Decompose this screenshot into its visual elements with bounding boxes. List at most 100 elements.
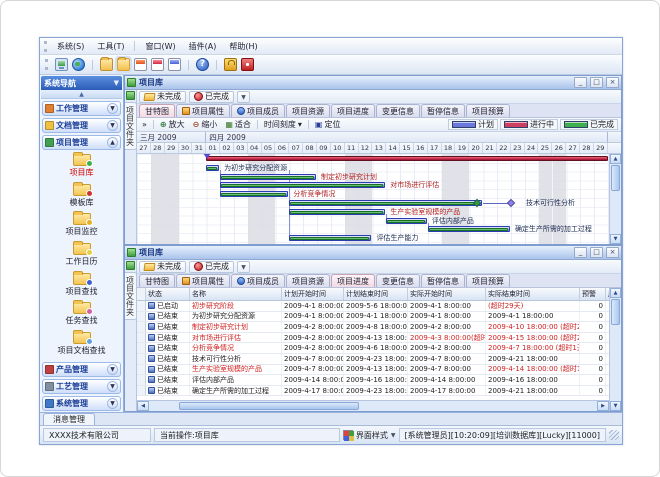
report-mail-icon[interactable] bbox=[134, 58, 147, 71]
tab-项目预算[interactable]: 项目预算 bbox=[466, 104, 510, 117]
table-row[interactable]: 已结束生产实验室规模的产品2009-4-7 8:00:002009-4-13 1… bbox=[137, 365, 609, 376]
sidebar-item-任务查找[interactable]: 任务查找 bbox=[41, 302, 122, 326]
scroll-down-icon[interactable]: ▼ bbox=[610, 234, 621, 244]
tab-项目进度[interactable]: 项目进度 bbox=[331, 104, 375, 117]
tab-项目属性[interactable]: 项目属性 bbox=[176, 104, 230, 117]
tab-项目属性[interactable]: 项目属性 bbox=[176, 274, 230, 287]
table-row[interactable]: 已结束技术可行性分析2009-4-7 8:00:002009-4-23 18:0… bbox=[137, 354, 609, 365]
sidebar-group-项目管理[interactable]: 项目管理▲ bbox=[42, 135, 121, 150]
minimize-icon[interactable]: _ bbox=[574, 247, 587, 258]
zoom-in-button[interactable]: ⊕放大 bbox=[158, 119, 187, 130]
close-icon[interactable]: × bbox=[606, 77, 619, 88]
tab-项目成员[interactable]: 项目成员 bbox=[231, 104, 285, 117]
help-icon[interactable]: ? bbox=[196, 58, 209, 71]
sidebar-group-系统管理[interactable]: 系统管理▼ bbox=[42, 396, 121, 411]
side-tab-project-folder[interactable]: 项目文件夹 bbox=[125, 272, 137, 320]
sidebar-group-工作管理[interactable]: 工作管理▼ bbox=[42, 101, 121, 116]
folder-icon[interactable] bbox=[100, 58, 113, 71]
filter-tab-未完成[interactable]: 未完成 bbox=[139, 261, 186, 273]
column-header-计划开始时间[interactable]: 计划开始时间 bbox=[282, 288, 344, 300]
gantt-vertical-scrollbar[interactable]: ▲ ▼ bbox=[609, 154, 621, 244]
tab-变更信息[interactable]: 变更信息 bbox=[376, 274, 420, 287]
group-toggle-icon[interactable]: ▲ bbox=[107, 137, 118, 148]
sidebar-item-工作日历[interactable]: 工作日历 bbox=[41, 243, 122, 267]
tab-项目资源[interactable]: 项目资源 bbox=[286, 274, 330, 287]
folder-open-icon[interactable] bbox=[117, 58, 130, 71]
restore-icon[interactable]: □ bbox=[590, 247, 603, 258]
column-header-状态[interactable]: 状态 bbox=[146, 288, 190, 300]
table-row[interactable]: 已结束为初步研究分配资源2009-4-1 8:00:002009-4-1 18:… bbox=[137, 312, 609, 323]
report-doc-icon[interactable] bbox=[168, 58, 181, 71]
scroll-down-icon[interactable]: ▼ bbox=[610, 401, 621, 411]
filter-tab-已完成[interactable]: 已完成 bbox=[189, 91, 234, 103]
side-tab-project-folder[interactable]: 项目文件夹 bbox=[125, 102, 137, 150]
tab-项目进度[interactable]: 项目进度 bbox=[331, 274, 375, 287]
toolbar-grip[interactable] bbox=[45, 59, 48, 70]
menu-item-4[interactable]: 帮助(H) bbox=[223, 40, 263, 53]
group-toggle-icon[interactable]: ▼ bbox=[107, 398, 118, 409]
resize-grip[interactable] bbox=[609, 430, 619, 440]
scroll-up-icon[interactable]: ▲ bbox=[610, 154, 621, 164]
more-filters-icon[interactable]: ▼ bbox=[237, 91, 250, 103]
toolbar-overflow-button[interactable]: » bbox=[140, 120, 149, 129]
filter-tab-未完成[interactable]: 未完成 bbox=[139, 91, 186, 103]
sidebar-item-项目文档查找[interactable]: 项目文档查找 bbox=[41, 332, 122, 356]
menu-item-0[interactable]: 系统(S) bbox=[51, 40, 90, 53]
table-horizontal-scrollbar[interactable]: ◀ ▶ bbox=[137, 400, 609, 411]
menu-item-1[interactable]: 工具(T) bbox=[91, 40, 130, 53]
scroll-left-icon[interactable]: ◀ bbox=[137, 401, 149, 411]
column-header-实际结束时间[interactable]: 实际结束时间 bbox=[486, 288, 580, 300]
time-scale-dropdown[interactable]: 时间刻度▾ bbox=[262, 119, 304, 130]
tab-甘特图[interactable]: 甘特图 bbox=[139, 274, 175, 287]
group-toggle-icon[interactable]: ▼ bbox=[107, 364, 118, 375]
tab-项目成员[interactable]: 项目成员 bbox=[231, 274, 285, 287]
scroll-thumb[interactable] bbox=[179, 402, 359, 410]
tab-变更信息[interactable]: 变更信息 bbox=[376, 104, 420, 117]
ui-style-dropdown[interactable]: 界面样式 bbox=[356, 430, 388, 441]
sidebar-item-项目库[interactable]: 项目库 bbox=[41, 154, 122, 178]
menubar-grip[interactable] bbox=[44, 41, 47, 52]
scroll-thumb[interactable] bbox=[611, 165, 620, 191]
filter-tab-已完成[interactable]: 已完成 bbox=[189, 261, 234, 273]
gantt-window-titlebar[interactable]: 项目库 _ □ × bbox=[125, 76, 621, 90]
exit-icon[interactable] bbox=[241, 58, 254, 71]
sidebar-item-项目监控[interactable]: 项目监控 bbox=[41, 213, 122, 237]
globe-icon[interactable] bbox=[72, 58, 85, 71]
locate-button[interactable]: ▣定位 bbox=[313, 119, 343, 130]
table-row[interactable]: 已结束制定初步研究计划2009-4-2 8:00:002009-4-8 18:0… bbox=[137, 322, 609, 333]
tab-暂停信息[interactable]: 暂停信息 bbox=[421, 274, 465, 287]
tab-项目资源[interactable]: 项目资源 bbox=[286, 104, 330, 117]
table-vertical-scrollbar[interactable]: ▲ ▼ bbox=[609, 288, 621, 411]
close-icon[interactable]: × bbox=[606, 247, 619, 258]
scroll-thumb[interactable] bbox=[611, 299, 620, 325]
column-header-名称[interactable]: 名称 bbox=[190, 288, 282, 300]
more-filters-icon[interactable]: ▼ bbox=[237, 261, 250, 273]
column-header-预警[interactable]: 预警 bbox=[580, 288, 606, 300]
table-row[interactable]: 已结束确定生产所需的加工过程2009-4-17 8:00:002009-4-23… bbox=[137, 386, 609, 397]
sidebar-menu-icon[interactable]: ▼ bbox=[114, 79, 119, 87]
sidebar-item-项目查找[interactable]: 项目查找 bbox=[41, 273, 122, 297]
menu-item-3[interactable]: 插件(A) bbox=[183, 40, 223, 53]
menu-item-2[interactable]: 窗口(W) bbox=[139, 40, 181, 53]
sidebar-group-产品管理[interactable]: 产品管理▼ bbox=[42, 362, 121, 377]
scroll-right-icon[interactable]: ▶ bbox=[597, 401, 609, 411]
tab-甘特图[interactable]: 甘特图 bbox=[139, 104, 175, 117]
sidebar-collapse-button[interactable]: ▲ bbox=[41, 90, 122, 99]
group-toggle-icon[interactable]: ▼ bbox=[107, 103, 118, 114]
monitor-icon[interactable] bbox=[55, 58, 68, 71]
gantt-summary-bar[interactable] bbox=[206, 156, 608, 161]
table-row[interactable]: 已结束评估内部产品2009-4-14 8:00:002009-4-16 18:0… bbox=[137, 375, 609, 386]
column-header-实际开始时间[interactable]: 实际开始时间 bbox=[408, 288, 486, 300]
scroll-up-icon[interactable]: ▲ bbox=[610, 288, 621, 298]
fit-button[interactable]: ▦适合 bbox=[223, 119, 253, 130]
sidebar-group-文档管理[interactable]: 文档管理▼ bbox=[42, 118, 121, 133]
zoom-out-button[interactable]: ⊖缩小 bbox=[191, 119, 220, 130]
sidebar-group-工艺管理[interactable]: 工艺管理▼ bbox=[42, 379, 121, 394]
table-row[interactable]: 已启动初步研究阶段2009-4-1 8:00:002009-5-6 18:00:… bbox=[137, 301, 609, 312]
table-row[interactable]: 已结束对市场进行评估2009-4-2 8:00:002009-4-13 18:0… bbox=[137, 333, 609, 344]
tab-暂停信息[interactable]: 暂停信息 bbox=[421, 104, 465, 117]
group-toggle-icon[interactable]: ▼ bbox=[107, 120, 118, 131]
lock-icon[interactable] bbox=[224, 58, 237, 71]
tab-message-management[interactable]: 消息管理 bbox=[43, 413, 95, 425]
sidebar-item-模板库[interactable]: 模板库 bbox=[41, 184, 122, 208]
